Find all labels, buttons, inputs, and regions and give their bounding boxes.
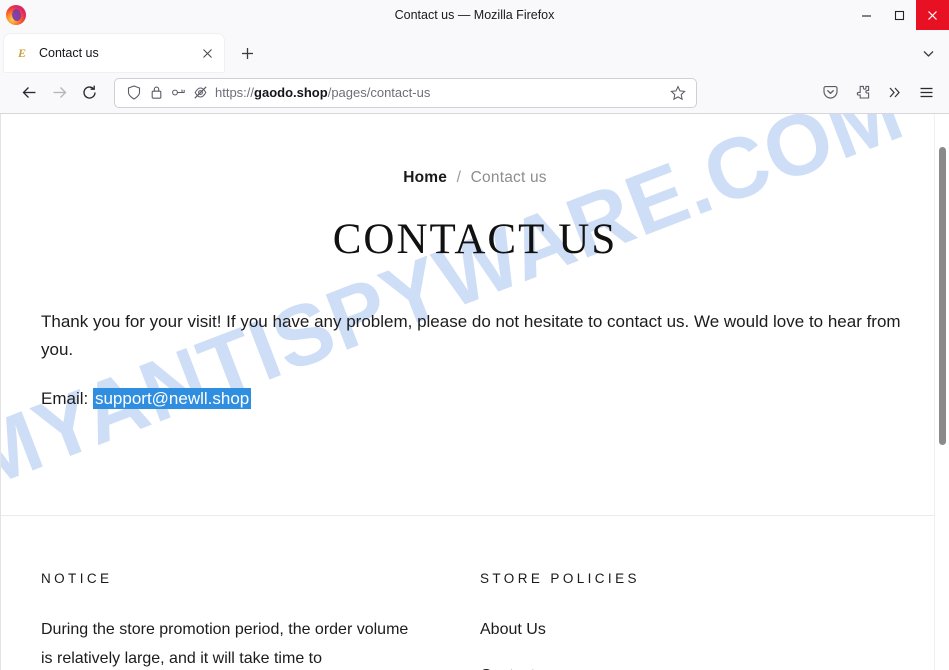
tracking-protection-shield-icon[interactable] — [123, 82, 145, 104]
minimize-button[interactable] — [850, 0, 883, 30]
browser-window: Contact us — Mozilla Firefox E Contact u… — [0, 0, 949, 670]
footer-link-about-us[interactable]: About Us — [480, 615, 879, 644]
extensions-puzzle-button[interactable] — [847, 78, 877, 108]
page-footer: NOTICE During the store promotion period… — [1, 516, 949, 670]
forward-button[interactable] — [44, 78, 74, 108]
tab-strip: E Contact us — [0, 30, 949, 72]
notice-heading: NOTICE — [41, 571, 113, 586]
maximize-button[interactable] — [883, 0, 916, 30]
url-bar[interactable]: https://gaodo.shop/pages/contact-us — [114, 77, 697, 108]
back-button[interactable] — [14, 78, 44, 108]
firefox-logo-icon — [5, 4, 27, 26]
permissions-key-icon[interactable] — [167, 82, 189, 104]
site-favicon-icon: E — [17, 46, 26, 60]
email-label: Email: — [41, 389, 89, 408]
toolbar-end-buttons — [813, 78, 941, 108]
store-policies-heading: STORE POLICIES — [480, 571, 640, 586]
reload-button[interactable] — [74, 78, 104, 108]
url-scheme: https:// — [215, 85, 255, 100]
notice-text: During the store promotion period, the o… — [41, 621, 409, 667]
url-path: /pages/contact-us — [327, 85, 431, 100]
close-button[interactable] — [916, 0, 949, 30]
email-line: Email: support@newll.shop — [41, 386, 909, 412]
hamburger-menu-button[interactable] — [911, 78, 941, 108]
breadcrumb-separator: / — [456, 169, 462, 186]
overflow-chevrons-button[interactable] — [879, 78, 909, 108]
page-title: CONTACT US — [332, 216, 618, 263]
title-bar: Contact us — Mozilla Firefox — [0, 0, 949, 30]
blocked-autoplay-icon[interactable] — [189, 82, 211, 104]
tab-contact-us[interactable]: E Contact us — [4, 34, 224, 72]
url-host: gaodo.shop — [254, 85, 328, 100]
url-text[interactable]: https://gaodo.shop/pages/contact-us — [215, 85, 666, 100]
email-address[interactable]: support@newll.shop — [92, 388, 252, 409]
bookmark-star-icon[interactable] — [666, 81, 690, 105]
navigation-toolbar: https://gaodo.shop/pages/contact-us — [0, 72, 949, 114]
footer-column-store-policies: STORE POLICIES About Us Contact us — [475, 571, 909, 670]
breadcrumb-current: Contact us — [470, 169, 547, 186]
breadcrumb: Home / Contact us — [1, 169, 949, 187]
pocket-save-button[interactable] — [815, 78, 845, 108]
new-tab-button[interactable] — [232, 38, 262, 68]
scrollbar-thumb[interactable] — [939, 147, 946, 445]
list-all-tabs-button[interactable] — [913, 38, 943, 68]
window-controls — [850, 0, 949, 30]
window-title: Contact us — Mozilla Firefox — [394, 8, 555, 22]
intro-paragraph: Thank you for your visit! If you have an… — [41, 312, 901, 359]
page-body: Thank you for your visit! If you have an… — [1, 308, 949, 412]
footer-column-notice: NOTICE During the store promotion period… — [41, 571, 475, 670]
footer-link-contact-us[interactable]: Contact us — [480, 661, 879, 670]
padlock-icon[interactable] — [145, 82, 167, 104]
tab-title: Contact us — [39, 46, 99, 60]
page-viewport: MYANTISPYWARE.COM Home / Contact us CONT… — [0, 114, 949, 670]
tab-close-icon[interactable] — [196, 42, 218, 64]
breadcrumb-home-link[interactable]: Home — [403, 169, 447, 186]
page-scrollbar[interactable] — [934, 114, 949, 670]
page-content: Home / Contact us CONTACT US Thank you f… — [1, 114, 949, 412]
web-page: MYANTISPYWARE.COM Home / Contact us CONT… — [1, 114, 949, 670]
